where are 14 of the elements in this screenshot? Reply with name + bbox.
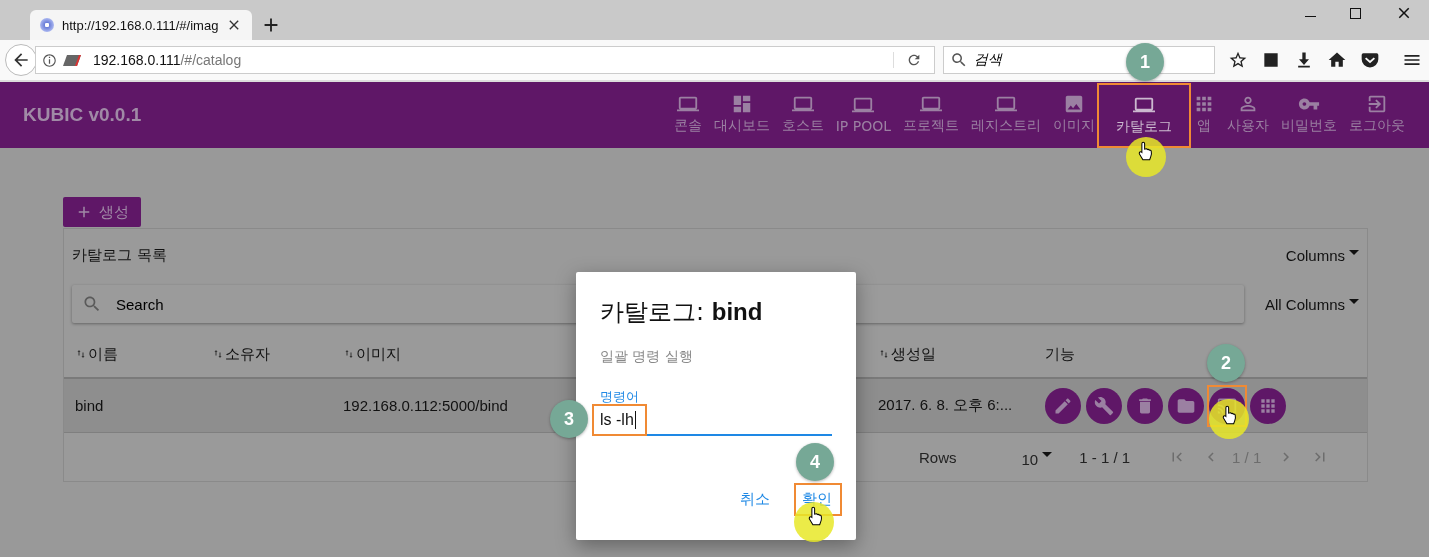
app-logo: KUBIC v0.0.1 [23,104,142,126]
step-badge: 4 [796,443,834,481]
column-header: 기능 [1045,344,1075,364]
table-cell-text: 2017. 6. 8. 오후 6:... [878,396,1014,415]
table-cell-text: 192.168.0.112:5000/bind [343,397,509,414]
card-title: 카탈로그 목록 [72,245,167,265]
field-label: 명령어 [600,388,640,406]
url-text: 192.168.0.111/#/catalog [93,52,243,68]
table-cell-text: bind [75,397,105,414]
tab-title: http://192.168.0.111/#/imag [62,17,219,33]
dialog-subtitle: 일괄 명령 실행 [600,348,694,366]
range-text: 1 - 1 / 1 [1079,448,1131,466]
rows-label: Rows [919,448,957,466]
step-badge: 2 [1207,343,1245,382]
